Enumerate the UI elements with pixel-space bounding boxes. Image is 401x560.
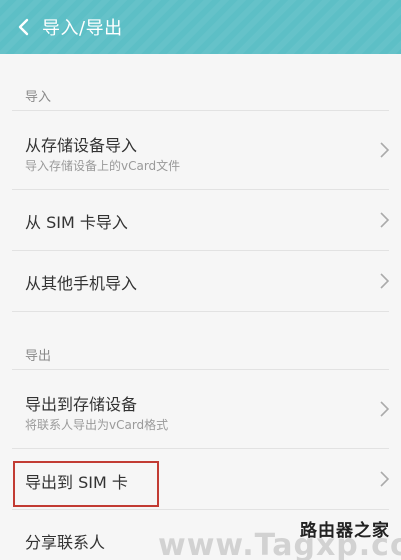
row-title: 分享联系人	[25, 533, 106, 552]
import-from-other-phone-item[interactable]: 从其他手机导入	[0, 251, 401, 311]
watermark-site-name: 路由器之家	[300, 521, 390, 541]
chevron-right-icon	[380, 273, 390, 289]
row-subtitle: 导入存储设备上的vCard文件	[25, 159, 181, 173]
app-header: 导入/导出	[0, 0, 401, 54]
export-to-storage-item[interactable]: 导出到存储设备 将联系人导出为vCard格式	[0, 370, 401, 448]
chevron-right-icon	[380, 212, 390, 228]
watermark: www.Tagxp.com 路由器之家	[158, 514, 401, 560]
import-from-storage-item[interactable]: 从存储设备导入 导入存储设备上的vCard文件	[0, 111, 401, 189]
section-label-import: 导入	[25, 90, 52, 105]
chevron-left-icon[interactable]	[8, 0, 38, 54]
section-label-export: 导出	[25, 349, 52, 364]
row-title: 导出到存储设备	[25, 395, 138, 414]
import-from-sim-item[interactable]: 从 SIM 卡导入	[0, 190, 401, 250]
page-title: 导入/导出	[42, 18, 123, 39]
divider	[12, 311, 389, 312]
chevron-right-icon	[380, 401, 390, 417]
chevron-right-icon	[380, 142, 390, 158]
row-title: 从存储设备导入	[25, 136, 138, 155]
row-subtitle: 将联系人导出为vCard格式	[25, 418, 169, 432]
highlight-box	[13, 461, 159, 507]
chevron-right-icon	[380, 471, 390, 487]
row-title: 从其他手机导入	[25, 274, 138, 293]
row-title: 从 SIM 卡导入	[25, 213, 128, 232]
